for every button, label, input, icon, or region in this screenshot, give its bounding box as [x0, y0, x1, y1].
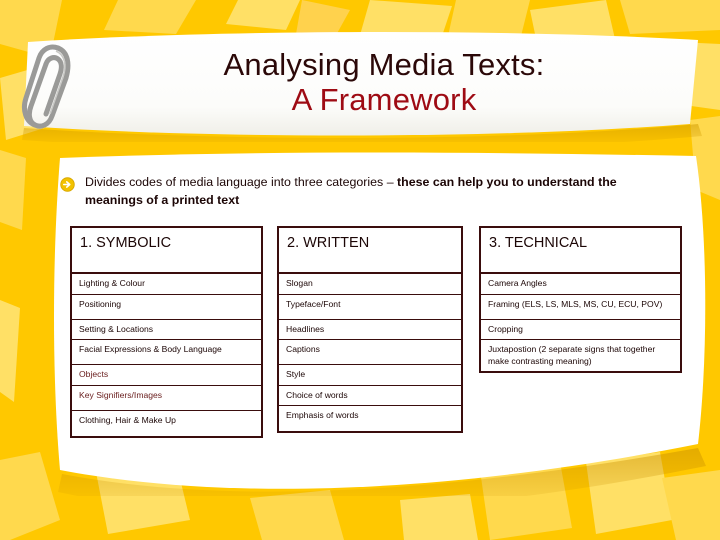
- table-row[interactable]: Objects: [72, 365, 261, 386]
- content-panel: Divides codes of media language into thr…: [8, 148, 712, 496]
- title-banner: Analysing Media Texts: A Framework: [14, 28, 706, 142]
- bullet-text-normal: Divides codes of media language into thr…: [85, 175, 398, 189]
- title-line-2: A Framework: [291, 81, 477, 117]
- table-header: 2. WRITTEN: [279, 228, 461, 274]
- table-symbolic: 1. SYMBOLIC Lighting & Colour Positionin…: [70, 226, 263, 438]
- table-row[interactable]: Cropping: [481, 320, 680, 341]
- table-row[interactable]: Positioning: [72, 295, 261, 320]
- bullet-row: Divides codes of media language into thr…: [60, 174, 675, 209]
- framework-tables: 1. SYMBOLIC Lighting & Colour Positionin…: [70, 226, 682, 456]
- table-row[interactable]: Clothing, Hair & Make Up: [72, 411, 261, 436]
- table-row[interactable]: Emphasis of words: [279, 406, 461, 431]
- table-header: 1. SYMBOLIC: [72, 228, 261, 274]
- page-title: Analysing Media Texts: A Framework: [104, 47, 664, 117]
- paperclip-icon: [21, 44, 71, 129]
- table-row[interactable]: Lighting & Colour: [72, 274, 261, 295]
- table-row[interactable]: Slogan: [279, 274, 461, 295]
- slide-canvas: Analysing Media Texts: A Framework Divid…: [0, 0, 720, 540]
- table-row[interactable]: Headlines: [279, 320, 461, 341]
- table-row[interactable]: Facial Expressions & Body Language: [72, 340, 261, 366]
- table-row[interactable]: Captions: [279, 340, 461, 366]
- table-technical: 3. TECHNICAL Camera Angles Framing (ELS,…: [479, 226, 682, 374]
- table-row[interactable]: Camera Angles: [481, 274, 680, 295]
- table-row[interactable]: Juxtapostion (2 separate signs that toge…: [481, 340, 680, 371]
- table-row[interactable]: Key Signifiers/Images: [72, 386, 261, 411]
- table-row[interactable]: Style: [279, 365, 461, 386]
- table-row[interactable]: Setting & Locations: [72, 320, 261, 341]
- table-header: 3. TECHNICAL: [481, 228, 680, 274]
- title-line-1: Analysing Media Texts:: [223, 47, 545, 82]
- table-written: 2. WRITTEN Slogan Typeface/Font Headline…: [277, 226, 463, 434]
- table-row[interactable]: Typeface/Font: [279, 295, 461, 320]
- table-row[interactable]: Choice of words: [279, 386, 461, 407]
- bullet-text: Divides codes of media language into thr…: [85, 174, 675, 209]
- arrow-circle-right-icon: [60, 177, 75, 192]
- table-row[interactable]: Framing (ELS, LS, MLS, MS, CU, ECU, POV): [481, 295, 680, 320]
